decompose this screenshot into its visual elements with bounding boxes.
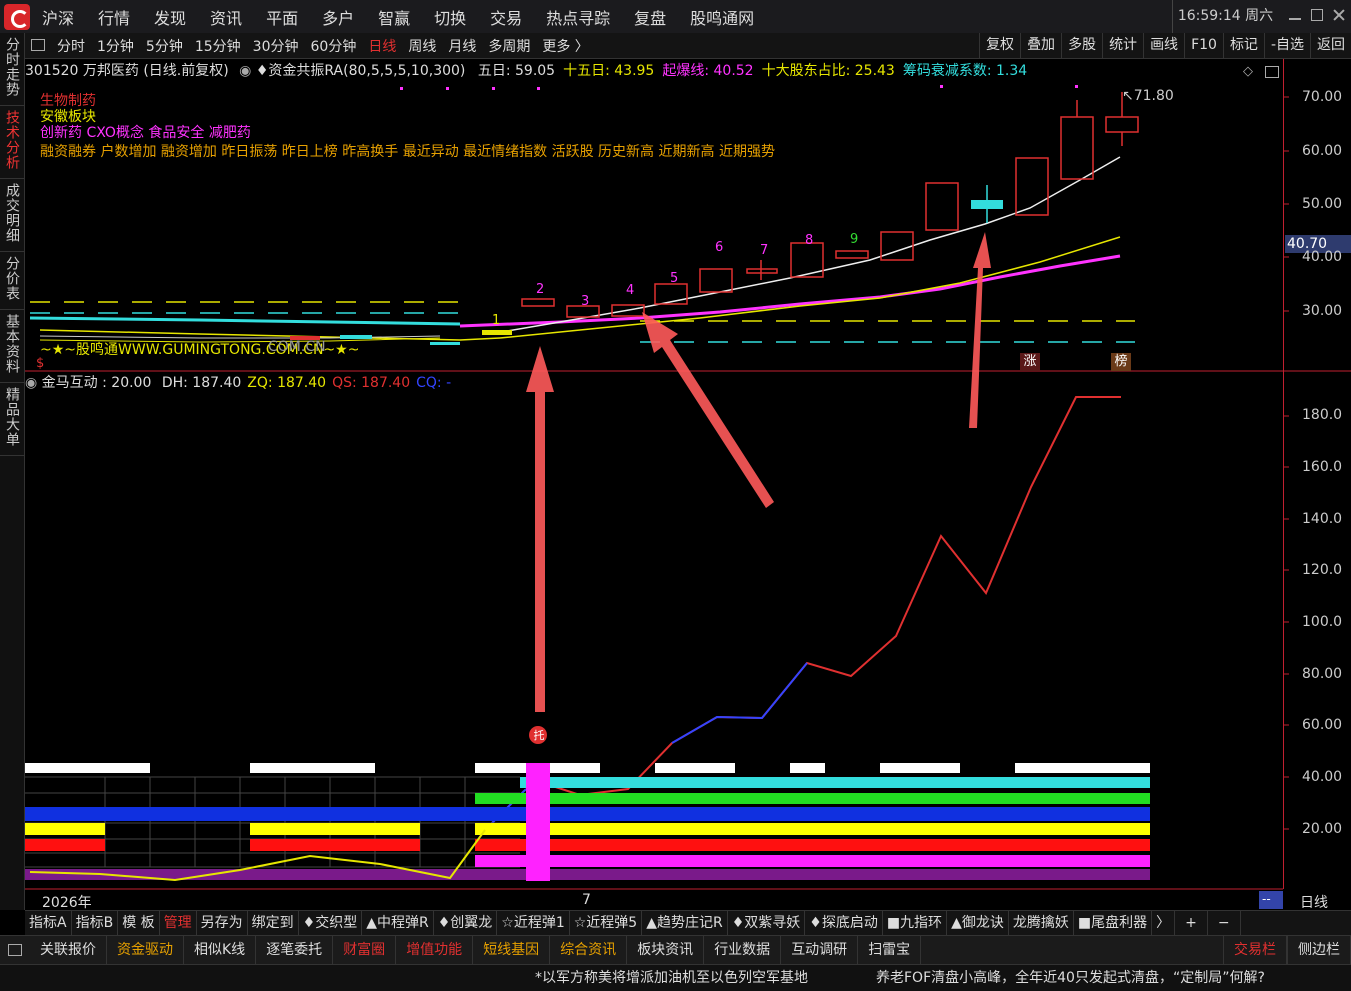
function-button[interactable]: 财富圈 xyxy=(333,936,397,964)
candle-number: 1 xyxy=(492,313,501,328)
sub-tick-label: 120.0 xyxy=(1302,562,1343,578)
indicator-tab[interactable]: ■尾盘利器 xyxy=(1074,911,1153,935)
news-ticker: *以军方称美将增派加油机至以色列空军基地 养老FOF清盘小高峰，全年近40只发起… xyxy=(0,964,1351,991)
news-item-1[interactable]: *以军方称美将增派加油机至以色列空军基地 xyxy=(535,965,808,991)
indicator-tab[interactable]: ♦创翼龙 xyxy=(434,911,498,935)
function-right-button[interactable]: 侧边栏 xyxy=(1287,936,1351,964)
function-button[interactable]: 板块资讯 xyxy=(627,936,705,964)
price-tick-label: 70.00 xyxy=(1302,89,1343,105)
indicator-tab[interactable]: + xyxy=(1175,911,1208,935)
sub-indicator-title[interactable]: 金马互动 : 20.00 xyxy=(42,375,152,391)
list-badge[interactable]: 榜 xyxy=(1111,353,1131,371)
function-button[interactable]: 互动调研 xyxy=(781,936,859,964)
news-item-2[interactable]: 养老FOF清盘小高峰，全年近40只发起式清盘，“定制局”何解? xyxy=(876,965,1265,991)
function-button[interactable]: 逐笔委托 xyxy=(256,936,334,964)
candle-number: 7 xyxy=(760,243,769,258)
indicator-tab[interactable]: ♦探底启动 xyxy=(805,911,883,935)
function-button[interactable]: 综合资讯 xyxy=(550,936,628,964)
candle-number: 9 xyxy=(850,232,859,247)
max-price-label: ↖71.80 xyxy=(1122,88,1174,104)
indicator-tab[interactable]: 绑定到 xyxy=(248,911,299,935)
func-panel-icon[interactable] xyxy=(8,944,22,956)
limit-up-badge[interactable]: 涨 xyxy=(1020,353,1040,371)
indicator-tab[interactable]: 另存为 xyxy=(197,911,248,935)
function-bar: 关联报价 资金驱动 相似K线 逐笔委托 财富圈 增值功能 短线基因 综合资讯 板块资讯 行业数据互… xyxy=(0,935,1351,964)
function-button[interactable]: 资金驱动 xyxy=(107,936,184,964)
watermark-overlap-text: COM.CN xyxy=(268,339,326,355)
indicator-tab[interactable]: ☆近程弹1 xyxy=(497,911,570,935)
sub-tick-label: 160.0 xyxy=(1302,459,1343,475)
tuo-badge: 托 xyxy=(533,729,545,742)
indicator-tab[interactable]: 〉 xyxy=(1152,911,1176,935)
scroll-indicator[interactable]: -- xyxy=(1262,892,1271,906)
x-axis-month: 7 xyxy=(582,892,591,908)
function-right-button[interactable]: 交易栏 xyxy=(1223,936,1287,964)
sub-tick-label: 180.0 xyxy=(1302,407,1343,423)
max-price-value: 71.80 xyxy=(1133,88,1174,104)
sub-indicator-value: QS: 187.40 xyxy=(332,375,411,391)
sub-tick-label: 60.00 xyxy=(1302,717,1343,733)
sub-tick-label: 20.00 xyxy=(1302,821,1343,837)
indicator-tab-bar: 指标A 指标B 模 板管理 另存为 绑定到 ♦交织型 ▲中程弹R ♦创翼龙 ☆近程弹1 ☆近程弹5… xyxy=(25,910,1351,935)
indicator-tab[interactable]: 管理 xyxy=(160,911,197,935)
indicator-tab[interactable]: ♦双紫寻妖 xyxy=(728,911,806,935)
indicator-tab[interactable]: ▲御龙诀 xyxy=(947,911,1009,935)
indicator-tab[interactable]: 指标B xyxy=(72,911,119,935)
sub-tick-label: 80.00 xyxy=(1302,666,1343,682)
chart-canvas xyxy=(25,85,1351,909)
candle-number: 3 xyxy=(581,294,590,309)
sub-tick-label: 140.0 xyxy=(1302,511,1343,527)
indicator-tab[interactable]: − xyxy=(1208,911,1241,935)
indicator-tab[interactable]: ♦交织型 xyxy=(299,911,363,935)
function-button[interactable]: 短线基因 xyxy=(473,936,551,964)
indicator-tab[interactable]: ☆近程弹5 xyxy=(570,911,643,935)
candle-number: 8 xyxy=(805,233,814,248)
price-tick-label: 30.00 xyxy=(1302,303,1343,319)
price-tick-label: 50.00 xyxy=(1302,196,1343,212)
sub-tick-label: 40.00 xyxy=(1302,769,1343,785)
indicator-tab[interactable]: ▲趋势庄记R xyxy=(642,911,728,935)
sub-indicator-value: CQ: - xyxy=(416,375,452,391)
indicator-tab[interactable]: ▲中程弹R xyxy=(362,911,434,935)
period-label[interactable]: 日线 xyxy=(1300,892,1328,912)
indicator-tab[interactable]: 指标A xyxy=(25,911,72,935)
indicator-tab[interactable]: 模 板 xyxy=(118,911,160,935)
function-button[interactable]: 行业数据 xyxy=(704,936,782,964)
candle-number: 5 xyxy=(670,271,679,286)
sub-indicator-value: DH: 187.40 xyxy=(161,375,242,391)
candle-number: 2 xyxy=(536,282,545,297)
sub-toggle-icon[interactable]: ◉ xyxy=(25,375,37,391)
indicator-tab[interactable]: 龙腾擒妖 xyxy=(1009,911,1074,935)
function-button[interactable]: 增值功能 xyxy=(396,936,474,964)
indicator-tab[interactable]: ■九指环 xyxy=(883,911,948,935)
candle-number: 6 xyxy=(715,240,724,255)
price-tick-label: 40.00 xyxy=(1302,249,1343,265)
price-tick-label: 60.00 xyxy=(1302,143,1343,159)
function-button[interactable]: 扫雷宝 xyxy=(858,936,922,964)
function-button[interactable]: 关联报价 xyxy=(30,936,107,964)
x-axis-year: 2026年 xyxy=(42,895,92,911)
candle-number: 4 xyxy=(626,283,635,298)
sub-indicator-value: ZQ: 187.40 xyxy=(247,375,327,391)
sub-tick-label: 100.0 xyxy=(1302,614,1343,630)
sub-indicator-header: ◉ 金马互动 : 20.00 DH: 187.40 ZQ: 187.40 QS: 1… xyxy=(25,373,451,393)
function-button[interactable]: 相似K线 xyxy=(184,936,257,964)
